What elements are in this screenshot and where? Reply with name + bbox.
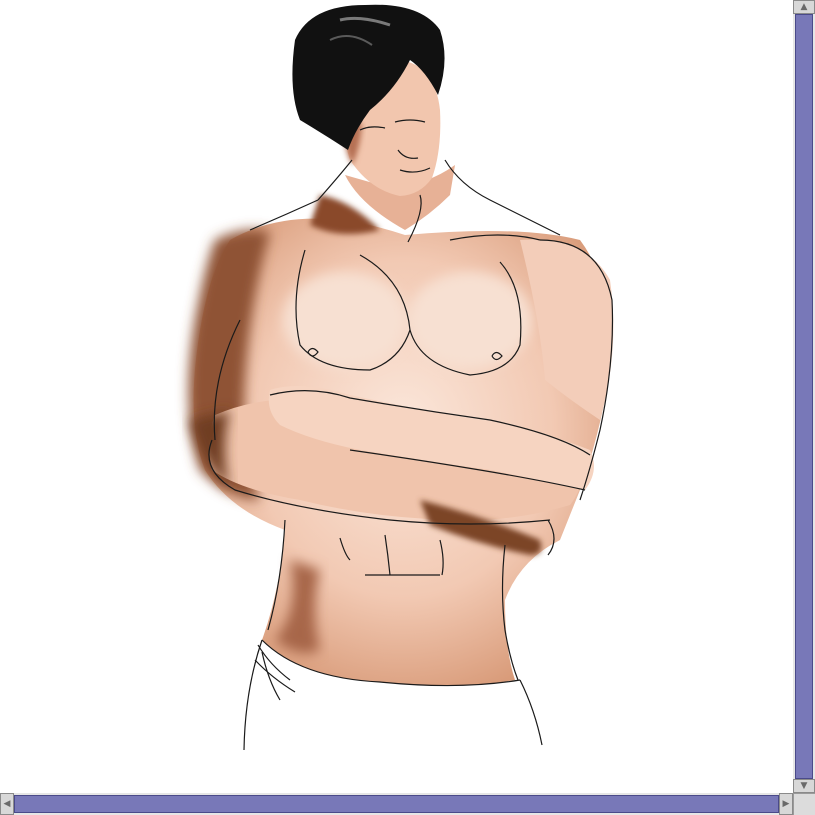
vertical-scrollbar[interactable]: ▲ ▼ [793, 0, 815, 793]
figure-illustration [188, 4, 614, 751]
scrollbar-corner [793, 793, 815, 815]
scroll-up-button[interactable]: ▲ [793, 0, 815, 14]
scroll-down-button[interactable]: ▼ [793, 779, 815, 793]
scroll-left-button[interactable]: ◀ [0, 793, 14, 815]
vertical-scroll-thumb[interactable] [795, 14, 813, 779]
arrow-down-icon: ▼ [800, 781, 808, 791]
arrow-right-icon: ▶ [782, 799, 790, 809]
horizontal-scroll-thumb[interactable] [14, 795, 779, 813]
arrow-up-icon: ▲ [800, 2, 808, 12]
arrow-left-icon: ◀ [3, 799, 11, 809]
scroll-right-button[interactable]: ▶ [779, 793, 793, 815]
horizontal-scrollbar[interactable]: ◀ ▶ [0, 793, 793, 815]
drawing-canvas[interactable] [0, 0, 793, 793]
